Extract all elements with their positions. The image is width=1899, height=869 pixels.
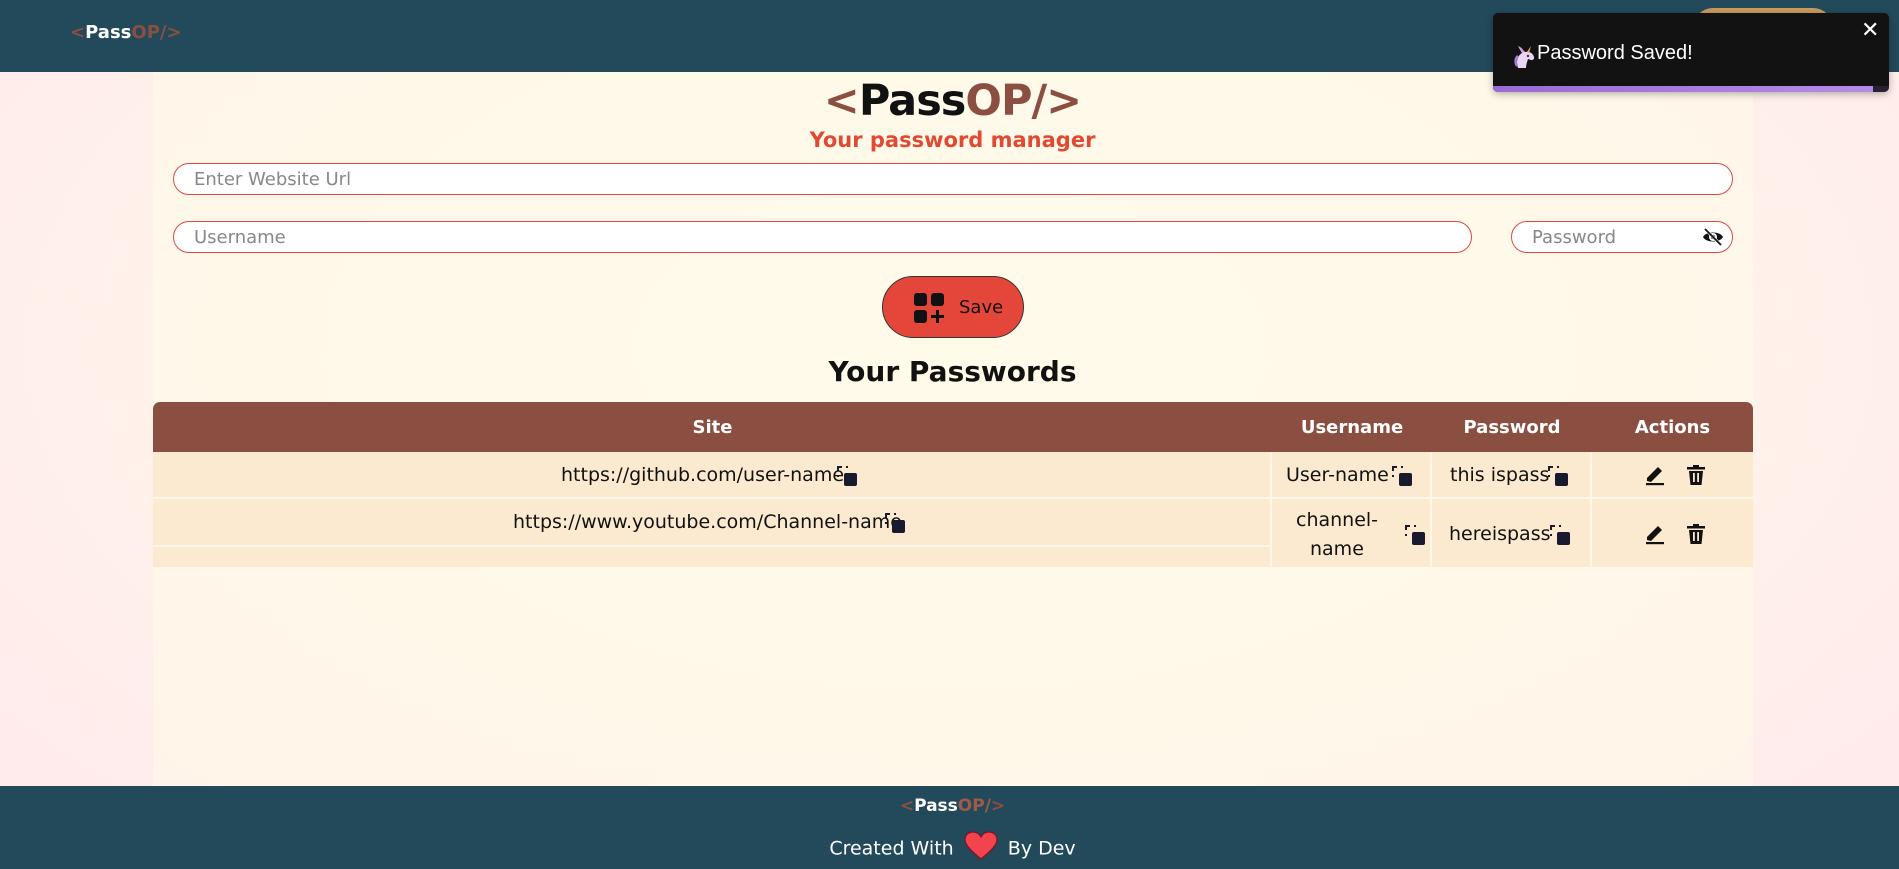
username-cell: User-name: [1272, 452, 1432, 497]
site-cell: https://github.com/user-name: [153, 452, 1272, 497]
add-grid-icon: [914, 293, 944, 323]
logo-pass: Pass: [85, 22, 132, 43]
passwords-title: Your Passwords: [828, 355, 1077, 388]
by-text: By Dev: [1007, 837, 1076, 860]
unicorn-icon: [1514, 46, 1535, 68]
actions-cell: [1592, 452, 1753, 497]
brand-close-bracket: >: [1046, 76, 1082, 126]
site-link[interactable]: https://www.youtube.com/Channel-name: [513, 511, 902, 533]
username-input[interactable]: [173, 221, 1472, 253]
heart-icon: [964, 831, 998, 860]
footer-logo: <PassOP/>: [0, 796, 1899, 816]
brand-subtitle: Your password manager: [809, 128, 1096, 152]
footer-credit: Created With By Dev: [0, 831, 1899, 864]
toast-message: Password Saved!: [1537, 42, 1693, 64]
copy-icon[interactable]: [1391, 465, 1413, 487]
table-header: Site Username Password Actions: [153, 402, 1753, 452]
logo-op: OP/: [957, 796, 991, 816]
table-row: https://www.youtube.com/Channel-name cha…: [153, 499, 1753, 569]
toast-notification: Password Saved! ✕: [1493, 13, 1889, 92]
actions-cell: [1592, 499, 1753, 567]
delete-icon[interactable]: [1684, 522, 1708, 546]
edit-icon[interactable]: [1643, 522, 1667, 546]
header-site: Site: [692, 417, 733, 438]
username-text: User-name: [1286, 464, 1389, 486]
table-row: https://github.com/user-name User-name t…: [153, 452, 1753, 499]
username-text-line2: name: [1310, 538, 1364, 560]
edit-icon[interactable]: [1643, 463, 1667, 487]
logo-open-bracket: <: [70, 22, 86, 43]
brand-op: OP/: [965, 76, 1047, 126]
divider: [153, 545, 1272, 547]
close-icon[interactable]: ✕: [1861, 19, 1879, 41]
password-text: this ispass: [1450, 464, 1550, 486]
logo-op: OP/: [131, 22, 167, 43]
copy-icon[interactable]: [1549, 524, 1571, 546]
copy-icon[interactable]: [1547, 465, 1569, 487]
logo-close-bracket: >: [990, 796, 1006, 816]
save-button[interactable]: Save: [882, 276, 1024, 338]
logo-close-bracket: >: [166, 22, 182, 43]
header-actions: Actions: [1634, 417, 1711, 438]
save-label: Save: [959, 297, 1004, 318]
toast-progress-track: [1493, 86, 1889, 92]
toast-progress-bar: [1493, 86, 1874, 92]
copy-icon[interactable]: [1404, 524, 1426, 546]
site-link[interactable]: https://github.com/user-name: [561, 464, 844, 486]
header-password: Password: [1463, 417, 1561, 438]
password-field: [1511, 221, 1733, 253]
site-cell: https://www.youtube.com/Channel-name: [153, 499, 1272, 567]
logo-open-bracket: <: [899, 796, 915, 816]
website-url-input[interactable]: [173, 163, 1733, 195]
username-cell: channel- name: [1272, 499, 1432, 567]
brand-open-bracket: <: [823, 76, 860, 126]
password-cell: hereispass: [1432, 499, 1592, 567]
password-input[interactable]: [1511, 221, 1733, 253]
password-cell: this ispass: [1432, 452, 1592, 497]
copy-icon[interactable]: [884, 512, 906, 534]
delete-icon[interactable]: [1684, 463, 1708, 487]
copy-icon[interactable]: [836, 465, 858, 487]
eye-slash-icon[interactable]: [1701, 226, 1725, 248]
logo-pass: Pass: [914, 796, 958, 816]
passwords-table: Site Username Password Actions https://g…: [153, 402, 1753, 569]
header-username: Username: [1300, 417, 1404, 438]
brand-pass: Pass: [858, 76, 967, 126]
created-text: Created With: [829, 837, 954, 860]
username-text-line1: channel-: [1296, 509, 1379, 531]
nav-logo[interactable]: <PassOP/>: [70, 22, 182, 43]
password-text: hereispass: [1449, 523, 1551, 545]
